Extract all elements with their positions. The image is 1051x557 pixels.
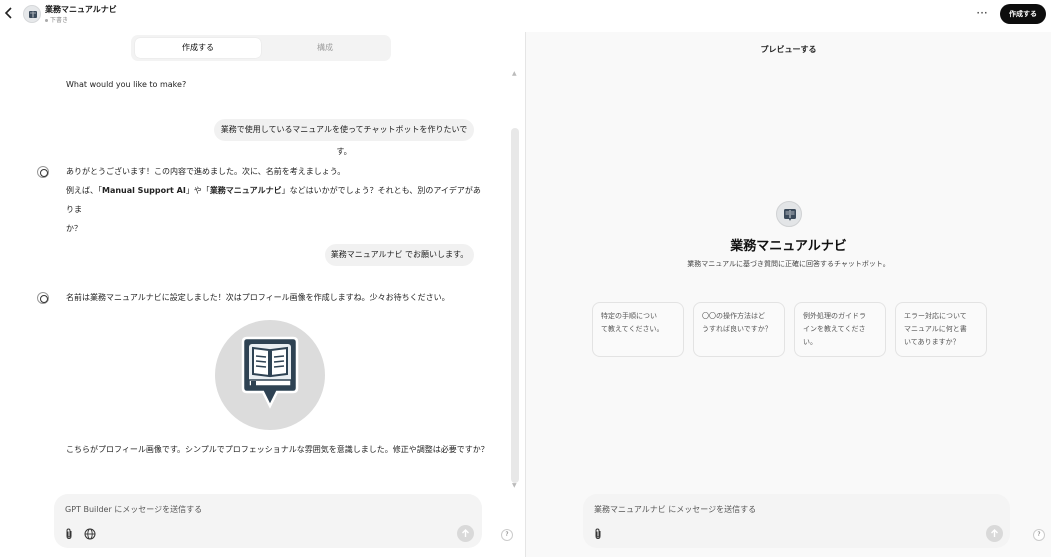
draft-status-label: 下書き <box>50 17 69 24</box>
scroll-down-icon[interactable]: ▼ <box>512 482 517 489</box>
builder-question: What would you like to make? <box>66 80 187 89</box>
top-bar: 業務マニュアルナビ 下書き ··· 作成する <box>0 0 1051 32</box>
book-icon <box>29 11 37 18</box>
create-button[interactable]: 作成する <box>1000 4 1046 24</box>
preview-gpt-description: 業務マニュアルに基づき質問に正確に回答するチャットボット。 <box>687 260 890 268</box>
send-button[interactable] <box>457 525 474 542</box>
text-span: 例えば、「 <box>66 186 102 195</box>
suggested-name: Manual Support AI <box>102 186 186 195</box>
preview-panel <box>526 32 1051 557</box>
scroll-up-icon[interactable]: ▲ <box>512 70 517 77</box>
builder-composer: GPT Builder にメッセージを送信する <box>54 494 482 548</box>
assistant-avatar-icon <box>37 292 49 304</box>
assistant-message: ありがとうございます！この内容で進めました。次に、名前を考えましょう。 例えば、… <box>66 162 486 238</box>
chevron-left-icon[interactable] <box>4 6 18 22</box>
starter-line: マニュアルに何と書 <box>904 325 967 333</box>
arrow-up-icon <box>991 529 998 537</box>
suggested-name: 業務マニュアルナビ <box>209 186 282 195</box>
conversation-starter[interactable]: 例外処理のガイドラ インを教えてください。 <box>794 302 886 357</box>
starter-line: いてありますか？ <box>904 338 960 346</box>
preview-gpt-avatar <box>776 201 802 227</box>
assistant-message-line: ありがとうございます！この内容で進めました。次に、名前を考えましょう。 <box>66 167 346 176</box>
starter-line: て教えてください。 <box>601 325 664 333</box>
editor-panel: 作成する 構成 ▲ ▼ What would you like to make?… <box>0 32 525 557</box>
starter-line: うすれば良いですか？ <box>702 325 772 333</box>
user-message: 業務で使用しているマニュアルを使ってチャットボットを作りたいです。 <box>214 119 474 156</box>
assistant-message-line: 例えば、「Manual Support AI」や「業務マニュアルナビ」などはいか… <box>66 181 486 219</box>
starter-line: インを教えてください。 <box>803 325 866 346</box>
starter-line: 例外処理のガイドラ <box>803 312 866 320</box>
conversation-starter[interactable]: 〇〇の操作方法はど うすれば良いですか？ <box>693 302 785 357</box>
more-options-button[interactable]: ··· <box>974 6 990 22</box>
scrollbar[interactable] <box>511 128 519 483</box>
conversation-starter[interactable]: 特定の手順につい て教えてください。 <box>592 302 684 357</box>
preview-message-input[interactable]: 業務マニュアルナビ にメッセージを送信する <box>594 504 756 515</box>
starter-line: 〇〇の操作方法はど <box>702 312 765 320</box>
help-button[interactable]: ? <box>501 529 513 541</box>
assistant-message: 名前は業務マニュアルナビに設定しました！次はプロフィール画像を作成しますね。少々… <box>66 293 450 302</box>
conversation-starter[interactable]: エラー対応について マニュアルに何と書 いてありますか？ <box>895 302 987 357</box>
book-icon <box>784 209 796 221</box>
user-message: 業務マニュアルナビ でお願いします。 <box>325 244 474 266</box>
preview-gpt-name: 業務マニュアルナビ <box>730 239 847 254</box>
assistant-message-line: か？ <box>66 224 82 233</box>
paperclip-icon[interactable] <box>64 528 74 543</box>
draft-status: 下書き <box>45 15 68 24</box>
arrow-up-icon <box>462 529 469 537</box>
gpt-avatar <box>23 5 41 23</box>
gpt-title: 業務マニュアルナビ <box>45 5 117 14</box>
paperclip-icon[interactable] <box>593 528 603 543</box>
text-span: 」や「 <box>185 186 210 195</box>
generated-profile-image[interactable] <box>215 320 325 430</box>
starter-line: 特定の手順につい <box>601 312 657 320</box>
editor-tabs: 作成する 構成 <box>131 35 391 61</box>
starter-line: エラー対応について <box>904 312 967 320</box>
preview-composer: 業務マニュアルナビ にメッセージを送信する <box>583 494 1010 548</box>
globe-icon[interactable] <box>84 528 96 543</box>
tab-create[interactable]: 作成する <box>135 38 261 58</box>
tab-configure[interactable]: 構成 <box>263 38 387 58</box>
builder-message-input[interactable]: GPT Builder にメッセージを送信する <box>65 504 202 515</box>
book-chat-icon <box>241 336 299 409</box>
help-button[interactable]: ? <box>1033 529 1045 541</box>
send-button[interactable] <box>986 525 1003 542</box>
status-dot-icon <box>45 19 48 22</box>
assistant-avatar-icon <box>37 166 49 178</box>
preview-title: プレビューする <box>760 45 817 54</box>
assistant-message: こちらがプロフィール画像です。シンプルでプロフェッショナルな雰囲気を意識しました… <box>66 445 489 454</box>
